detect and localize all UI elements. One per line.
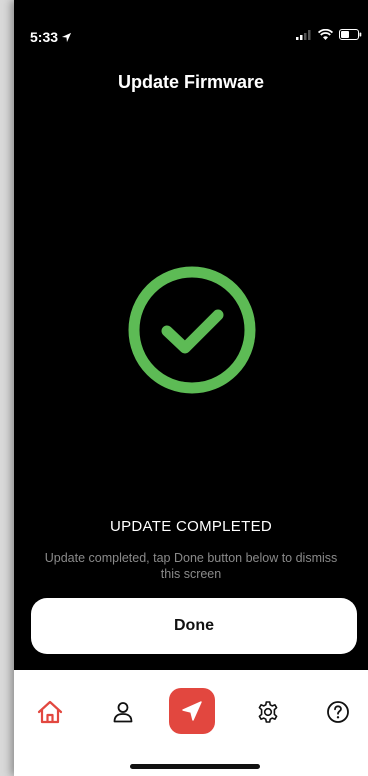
wifi-icon	[318, 29, 333, 40]
question-circle-icon	[327, 701, 349, 723]
check-circle-icon	[128, 266, 256, 394]
gear-icon	[258, 701, 278, 723]
home-icon	[37, 700, 63, 724]
done-button[interactable]: Done	[31, 598, 357, 654]
location-arrow-icon	[61, 32, 72, 42]
navigation-arrow-icon	[182, 701, 202, 721]
status-time: 5:33	[30, 29, 59, 45]
status-bar: 5:33	[14, 0, 368, 45]
tab-navigate[interactable]	[169, 688, 215, 734]
tab-settings[interactable]	[246, 690, 290, 734]
user-icon	[113, 702, 133, 723]
status-time-group: 5:33	[30, 29, 72, 45]
page-title: Update Firmware	[117, 72, 265, 92]
status-icons	[296, 29, 362, 40]
battery-icon	[339, 29, 362, 40]
home-indicator[interactable]	[130, 764, 260, 769]
tab-help[interactable]	[316, 690, 360, 734]
signal-icon	[296, 29, 311, 40]
tab-profile[interactable]	[101, 690, 145, 734]
app-screen: 5:33 Update Firmware UPDATE COMPLETED Up…	[14, 0, 368, 776]
tab-home[interactable]	[28, 690, 72, 734]
status-description: Update completed, tap Done button below …	[44, 551, 338, 581]
status-title: UPDATE COMPLETED	[109, 518, 273, 535]
tab-bar	[14, 670, 368, 776]
